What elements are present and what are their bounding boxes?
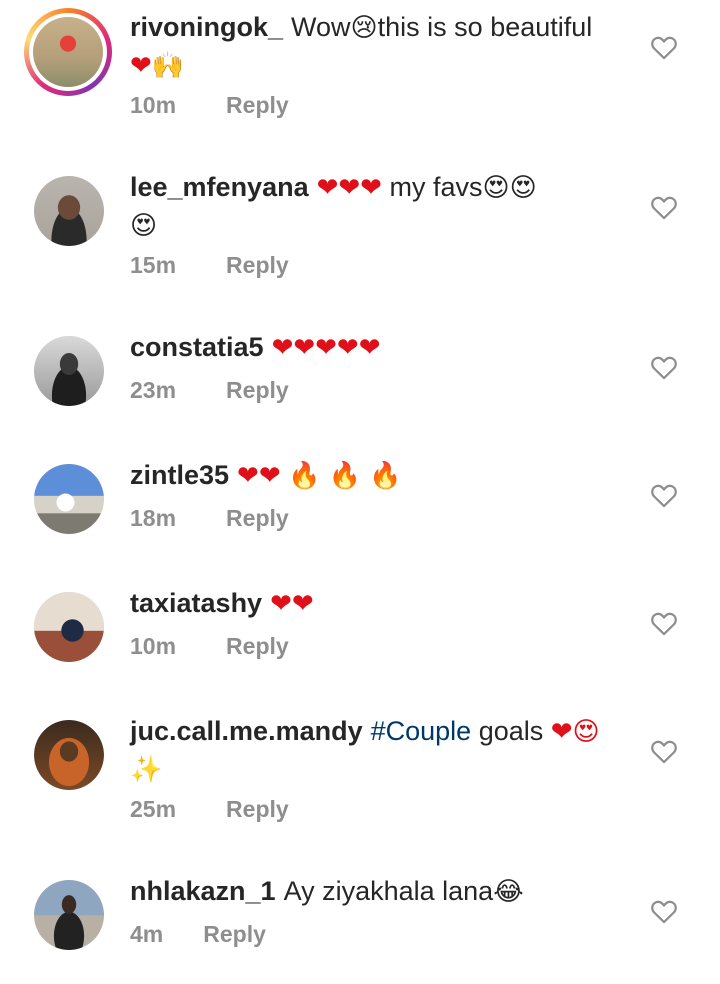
avatar[interactable]	[34, 464, 104, 534]
comment-text: zintle35 ❤❤ 🔥 🔥 🔥	[130, 457, 630, 495]
heart-outline-icon	[651, 356, 677, 380]
tears-of-joy-emoji: 😂	[493, 877, 524, 907]
heart-emoji-run: ❤❤	[270, 589, 314, 619]
heart-eyes-emoji: 😍	[130, 211, 158, 241]
comment-body-cont: this is so beautiful	[377, 12, 593, 42]
avatar-story-ring[interactable]	[24, 8, 112, 96]
comment-item: rivoningok_ Wow😢this is so beautiful ❤🙌 1…	[0, 0, 720, 150]
reply-button[interactable]: Reply	[203, 921, 266, 947]
comment-meta: 15m Reply	[130, 252, 289, 279]
heart-outline-icon	[651, 196, 677, 220]
comment-item: constatia5 ❤❤❤❤❤ 23m Reply	[0, 320, 720, 440]
comment-body: goals	[478, 716, 544, 746]
comment-timestamp: 18m	[130, 505, 177, 531]
comment-meta: 4m Reply	[130, 921, 266, 948]
reply-button[interactable]: Reply	[226, 633, 289, 659]
comment-meta: 10m Reply	[130, 92, 289, 119]
comment-meta: 10m Reply	[130, 633, 289, 660]
comment-timestamp: 23m	[130, 377, 177, 403]
comment-meta: 18m Reply	[130, 505, 289, 532]
heart-eyes-emoji-run: 😍😍	[482, 173, 537, 203]
avatar[interactable]	[34, 336, 104, 406]
comment-timestamp: 10m	[130, 633, 177, 659]
heart-emoji-run: ❤❤❤	[316, 173, 382, 203]
comment-item: nhlakazn_1 Ay ziyakhala lana😂 4m Reply	[0, 864, 720, 984]
comment-timestamp: 10m	[130, 92, 177, 118]
comment-timestamp: 15m	[130, 252, 177, 278]
comment-username[interactable]: zintle35	[130, 460, 229, 490]
comment-username[interactable]: nhlakazn_1	[130, 876, 276, 906]
like-button[interactable]	[650, 482, 678, 508]
hashtag-link[interactable]: #Couple	[371, 716, 472, 746]
comment-item: juc.call.me.mandy #Couple goals ❤😍 ✨ 25m R…	[0, 704, 720, 854]
comment-body: Wow	[291, 12, 351, 42]
like-button[interactable]	[650, 610, 678, 636]
heart-emoji-run: ❤❤❤❤❤	[271, 333, 381, 363]
comment-meta: 25m Reply	[130, 796, 289, 823]
comment-body: my favs	[389, 172, 483, 202]
comment-timestamp: 25m	[130, 796, 177, 822]
sparkles-emoji: ✨	[130, 755, 163, 785]
comment-text: taxiatashy ❤❤	[130, 585, 630, 623]
comment-username[interactable]: taxiatashy	[130, 588, 262, 618]
comment-item: taxiatashy ❤❤ 10m Reply	[0, 576, 720, 696]
reply-button[interactable]: Reply	[226, 505, 289, 531]
like-button[interactable]	[650, 194, 678, 220]
heart-outline-icon	[651, 900, 677, 924]
comment-text: lee_mfenyana ❤❤❤ my favs😍😍 😍	[130, 169, 630, 245]
reply-button[interactable]: Reply	[226, 252, 289, 278]
comment-item: zintle35 ❤❤ 🔥 🔥 🔥 18m Reply	[0, 448, 720, 568]
cry-emoji: 😢	[350, 13, 378, 43]
comment-username[interactable]: juc.call.me.mandy	[130, 716, 363, 746]
avatar[interactable]	[34, 880, 104, 950]
reply-button[interactable]: Reply	[226, 377, 289, 403]
comment-text: constatia5 ❤❤❤❤❤	[130, 329, 630, 367]
avatar[interactable]	[34, 720, 104, 790]
comment-username[interactable]: lee_mfenyana	[130, 172, 309, 202]
heart-outline-icon	[651, 36, 677, 60]
fire-emoji-run: 🔥 🔥 🔥	[288, 461, 402, 491]
comments-list: rivoningok_ Wow😢this is so beautiful ❤🙌 1…	[0, 0, 720, 984]
comment-username[interactable]: constatia5	[130, 332, 264, 362]
reply-button[interactable]: Reply	[226, 92, 289, 118]
heart-eyes-emoji-run: ❤😍	[550, 717, 600, 747]
comment-meta: 23m Reply	[130, 377, 289, 404]
emoji-run: ❤🙌	[130, 51, 185, 81]
comment-body: Ay ziyakhala lana	[283, 876, 494, 906]
comment-timestamp: 4m	[130, 921, 164, 947]
heart-outline-icon	[651, 484, 677, 508]
avatar	[33, 17, 103, 87]
heart-outline-icon	[651, 740, 677, 764]
avatar[interactable]	[34, 592, 104, 662]
heart-emoji-run: ❤❤	[237, 461, 281, 491]
like-button[interactable]	[650, 738, 678, 764]
reply-button[interactable]: Reply	[226, 796, 289, 822]
comment-username[interactable]: rivoningok_	[130, 12, 283, 42]
like-button[interactable]	[650, 354, 678, 380]
comment-text: nhlakazn_1 Ay ziyakhala lana😂	[130, 873, 630, 911]
like-button[interactable]	[650, 898, 678, 924]
avatar[interactable]	[34, 176, 104, 246]
comment-text: juc.call.me.mandy #Couple goals ❤😍 ✨	[130, 713, 630, 789]
comment-text: rivoningok_ Wow😢this is so beautiful ❤🙌	[130, 9, 630, 85]
heart-outline-icon	[651, 612, 677, 636]
comment-item: lee_mfenyana ❤❤❤ my favs😍😍 😍 15m Reply	[0, 160, 720, 310]
like-button[interactable]	[650, 34, 678, 60]
